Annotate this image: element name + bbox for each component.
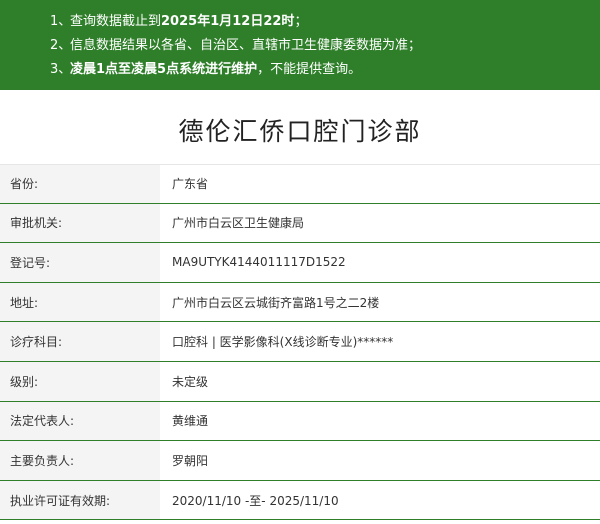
row-label: 登记号: [0, 243, 160, 282]
page-title: 德伦汇侨口腔门诊部 [178, 117, 422, 146]
row-value: 未定级 [172, 374, 209, 389]
row-value: 罗朝阳 [172, 453, 209, 468]
table-row: 登记号: MA9UTYK4144011117D1522 [0, 243, 600, 283]
row-label: 执业许可证有效期: [0, 480, 160, 520]
table-row: 级别: 未定级 [0, 361, 600, 402]
table-row: 审批机关: 广州市白云区卫生健康局 [0, 203, 600, 244]
table-row: 诊疗科目: 口腔科 | 医学影像科(X线诊断专业)****** [0, 322, 600, 362]
notice-banner: 1、查询数据截止到2025年1月12日22时； 2、信息数据结果以各省、自治区、… [0, 0, 600, 90]
row-value: 广东省 [172, 177, 209, 192]
row-label: 主要负责人: [0, 441, 160, 480]
table-row: 省份: 广东省 [0, 164, 600, 204]
row-value: 广州市白云区卫生健康局 [172, 216, 305, 231]
table-row: 执业许可证有效期: 2020/11/10 -至- 2025/11/10 [0, 480, 600, 521]
table-row: 主要负责人: 罗朝阳 [0, 441, 600, 481]
row-label: 审批机关: [0, 203, 160, 243]
info-table: 省份: 广东省 审批机关: 广州市白云区卫生健康局 登记号: MA9UTYK41… [0, 164, 600, 521]
row-value: 口腔科 | 医学影像科(X线诊断专业)****** [172, 335, 394, 350]
row-value: 2020/11/10 -至- 2025/11/10 [172, 493, 339, 508]
notice-line-3: 3、凌晨1点至凌晨5点系统进行维护，不能提供查询。 [50, 62, 362, 77]
row-label: 法定代表人: [0, 401, 160, 441]
notice-line-2: 2、信息数据结果以各省、自治区、直辖市卫生健康委数据为准； [50, 38, 422, 53]
row-label: 地址: [0, 282, 160, 322]
row-label: 级别: [0, 361, 160, 401]
row-value: 黄维通 [172, 414, 209, 429]
table-row: 法定代表人: 黄维通 [0, 401, 600, 442]
row-label: 省份: [0, 165, 160, 203]
row-label: 诊疗科目: [0, 322, 160, 361]
notice-line-1: 1、查询数据截止到2025年1月12日22时； [50, 14, 308, 29]
row-value: MA9UTYK4144011117D1522 [172, 255, 346, 270]
table-row: 地址: 广州市白云区云城街齐富路1号之二2楼 [0, 282, 600, 323]
row-value: 广州市白云区云城街齐富路1号之二2楼 [172, 295, 380, 310]
